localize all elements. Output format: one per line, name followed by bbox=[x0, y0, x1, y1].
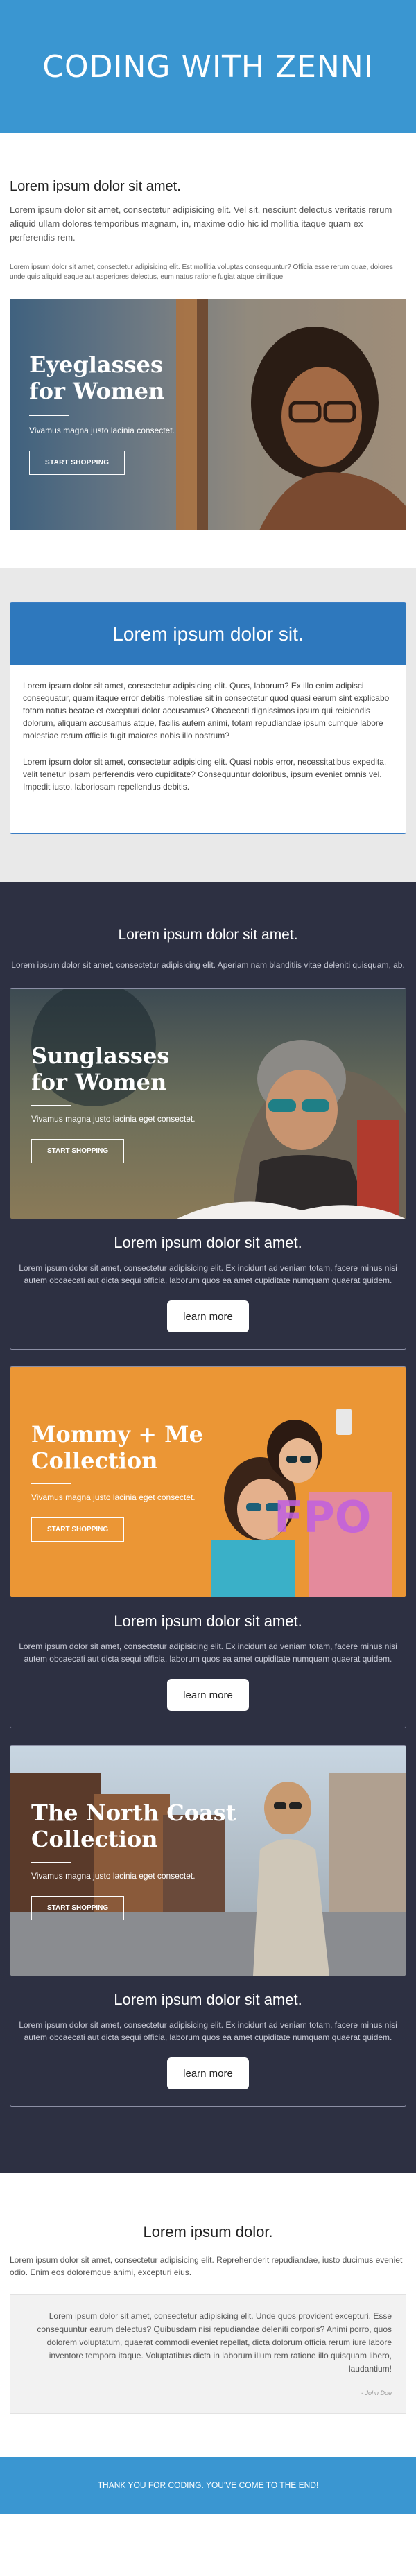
footer-text: THANK YOU FOR CODING. YOU'VE COME TO THE… bbox=[97, 2480, 319, 2490]
hero-title-line2: for Women bbox=[29, 378, 165, 404]
mommy-me-divider bbox=[31, 1483, 71, 1484]
hero-start-shopping-button[interactable]: START SHOPPING bbox=[29, 451, 125, 475]
north-coast-title-line2: Collection bbox=[31, 1826, 158, 1852]
north-coast-divider bbox=[31, 1862, 71, 1863]
hero-copy: Eyeglasses for Women Vivamus magna justo… bbox=[29, 351, 175, 475]
intro-heading: Lorem ipsum dolor sit amet. bbox=[10, 179, 181, 194]
info-section: Lorem ipsum dolor sit. Lorem ipsum dolor… bbox=[0, 568, 416, 882]
testimonial-quote: Lorem ipsum dolor sit amet, consectetur … bbox=[37, 2311, 392, 2374]
product-banner-north-coast[interactable]: The North Coast Collection Vivamus magna… bbox=[10, 1746, 406, 1976]
mommy-me-copy: Mommy + Me Collection Vivamus magna just… bbox=[31, 1421, 203, 1542]
sunglasses-learn-more-button[interactable]: learn more bbox=[167, 1300, 249, 1332]
products-heading: Lorem ipsum dolor sit amet. bbox=[118, 927, 298, 943]
products-section: Lorem ipsum dolor sit amet. Lorem ipsum … bbox=[0, 882, 416, 2173]
sunglasses-heading: Lorem ipsum dolor sit amet. bbox=[114, 1234, 302, 1251]
quote-section-text: Lorem ipsum dolor sit amet, consectetur … bbox=[10, 2255, 403, 2277]
testimonial-box: Lorem ipsum dolor sit amet, consectetur … bbox=[10, 2294, 406, 2414]
hero-banner[interactable]: Eyeglasses for Women Vivamus magna justo… bbox=[10, 299, 406, 530]
product-card-sunglasses: Sunglasses for Women Vivamus magna justo… bbox=[10, 988, 406, 1350]
sunglasses-title-line2: for Women bbox=[31, 1069, 167, 1095]
sunglasses-subtitle: Vivamus magna justo lacinia eget consect… bbox=[31, 1114, 196, 1124]
sunglasses-text: Lorem ipsum dolor sit amet, consectetur … bbox=[19, 1263, 397, 1285]
product-card-mommy-me: FPO Mommy + Me Collection Vivamus magna … bbox=[10, 1366, 406, 1728]
quote-section: Lorem ipsum dolor. Lorem ipsum dolor sit… bbox=[0, 2173, 416, 2457]
mommy-me-title-line2: Collection bbox=[31, 1447, 158, 1474]
testimonial-author: - John Doe bbox=[361, 2390, 392, 2396]
north-coast-start-shopping-button[interactable]: START SHOPPING bbox=[31, 1896, 125, 1920]
site-title: CODING WITH ZENNI bbox=[42, 49, 374, 85]
intro-section: Lorem ipsum dolor sit amet. Lorem ipsum … bbox=[0, 133, 416, 282]
north-coast-title-line1: The North Coast bbox=[31, 1800, 236, 1826]
mommy-me-heading: Lorem ipsum dolor sit amet. bbox=[114, 1612, 302, 1630]
intro-lead: Lorem ipsum dolor sit amet, consectetur … bbox=[10, 204, 392, 243]
fpo-badge: FPO bbox=[274, 1492, 372, 1542]
sunglasses-start-shopping-button[interactable]: START SHOPPING bbox=[31, 1139, 125, 1163]
mommy-me-text: Lorem ipsum dolor sit amet, consectetur … bbox=[19, 1642, 397, 1664]
intro-small-text: Lorem ipsum dolor sit amet, consectetur … bbox=[10, 263, 393, 281]
hero-title-line1: Eyeglasses bbox=[29, 351, 164, 378]
north-coast-heading: Lorem ipsum dolor sit amet. bbox=[114, 1991, 302, 2008]
hero-subtitle: Vivamus magna justo lacinia consectet. bbox=[29, 426, 175, 435]
north-coast-subtitle: Vivamus magna justo lacinia eget consect… bbox=[31, 1871, 196, 1881]
mommy-me-subtitle: Vivamus magna justo lacinia eget consect… bbox=[31, 1492, 196, 1502]
info-card-paragraph-1: Lorem ipsum dolor sit amet, consectetur … bbox=[23, 681, 390, 740]
mommy-me-learn-more-button[interactable]: learn more bbox=[167, 1679, 249, 1711]
info-card-paragraph-2: Lorem ipsum dolor sit amet, consectetur … bbox=[23, 757, 387, 792]
quote-section-heading: Lorem ipsum dolor. bbox=[143, 2223, 273, 2240]
sunglasses-title-line1: Sunglasses bbox=[31, 1043, 170, 1069]
mommy-me-title-line1: Mommy + Me bbox=[31, 1421, 203, 1447]
product-card-north-coast: The North Coast Collection Vivamus magna… bbox=[10, 1745, 406, 2107]
hero-divider bbox=[29, 415, 69, 416]
info-card-heading: Lorem ipsum dolor sit. bbox=[10, 603, 406, 665]
product-banner-mommy-me[interactable]: FPO Mommy + Me Collection Vivamus magna … bbox=[10, 1367, 406, 1597]
north-coast-text: Lorem ipsum dolor sit amet, consectetur … bbox=[19, 2020, 397, 2042]
sunglasses-divider bbox=[31, 1105, 71, 1106]
north-coast-copy: The North Coast Collection Vivamus magna… bbox=[31, 1800, 236, 1920]
products-intro: Lorem ipsum dolor sit amet, consectetur … bbox=[11, 960, 405, 970]
sunglasses-copy: Sunglasses for Women Vivamus magna justo… bbox=[31, 1043, 196, 1163]
info-card: Lorem ipsum dolor sit. Lorem ipsum dolor… bbox=[10, 602, 406, 834]
mommy-me-start-shopping-button[interactable]: START SHOPPING bbox=[31, 1517, 125, 1542]
page-header: CODING WITH ZENNI bbox=[0, 0, 416, 133]
info-card-body: Lorem ipsum dolor sit amet, consectetur … bbox=[10, 665, 406, 833]
north-coast-learn-more-button[interactable]: learn more bbox=[167, 2057, 249, 2089]
product-banner-sunglasses[interactable]: Sunglasses for Women Vivamus magna justo… bbox=[10, 989, 406, 1219]
page-footer: THANK YOU FOR CODING. YOU'VE COME TO THE… bbox=[0, 2457, 416, 2514]
